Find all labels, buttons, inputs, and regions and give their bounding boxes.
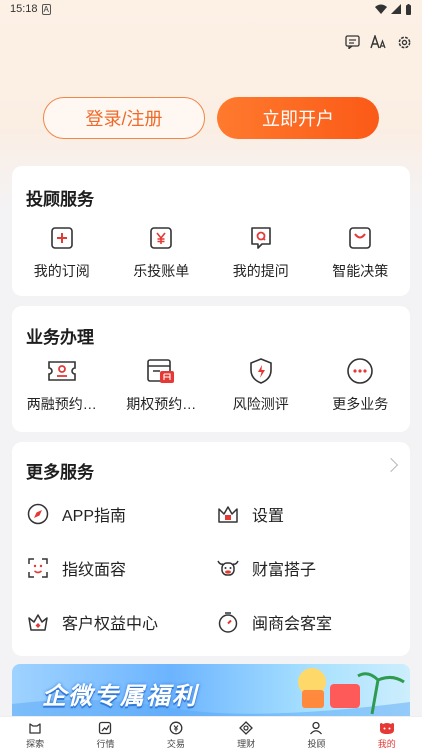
- advisory-item-decision[interactable]: 智能决策: [311, 223, 411, 281]
- auth-buttons: 登录/注册 立即开户: [43, 97, 379, 139]
- promo-banner[interactable]: 企微专属福利: [12, 664, 410, 716]
- calendar-period-icon: [146, 356, 176, 386]
- bag-icon: [345, 223, 375, 253]
- plus-box-icon: [47, 223, 77, 253]
- gear-icon[interactable]: [396, 34, 412, 50]
- business-grid: 两融预约… 期权预约… 风险测评 更多业务: [12, 356, 410, 414]
- nav-label: 理财: [237, 739, 256, 749]
- nav-item-trade[interactable]: 交易: [141, 717, 211, 750]
- compass-icon: [26, 502, 50, 526]
- more-services-title: 更多服务: [26, 463, 94, 482]
- service-label: 闽商会客室: [252, 616, 333, 633]
- font-size-icon[interactable]: [370, 34, 386, 50]
- business-item-more[interactable]: 更多业务: [311, 356, 411, 414]
- advisory-card: 投顾服务 我的订阅 乐投账单 我的提问 智能决策: [12, 166, 410, 296]
- crown-gift-icon: [26, 610, 50, 634]
- advisory-title: 投顾服务: [26, 190, 94, 209]
- services-row: 指纹面容 财富搭子: [26, 556, 406, 580]
- nav-label: 投顾: [307, 739, 326, 749]
- service-customer-rights[interactable]: 客户权益中心: [26, 610, 216, 634]
- yen-box-icon: [146, 223, 176, 253]
- more-dots-icon: [345, 356, 375, 386]
- nav-label: 探索: [26, 739, 45, 749]
- service-label: 设置: [252, 508, 285, 525]
- service-label: APP指南: [62, 508, 127, 525]
- service-label: 财富搭子: [252, 562, 317, 579]
- nav-item-mine[interactable]: 我的: [352, 717, 422, 750]
- chevron-right-icon[interactable]: [383, 457, 399, 473]
- service-label: 客户权益中心: [62, 616, 159, 633]
- nav-item-market[interactable]: 行情: [70, 717, 140, 750]
- ticket-icon: [47, 356, 77, 386]
- open-account-button[interactable]: 立即开户: [217, 97, 379, 139]
- service-reception-room[interactable]: 闽商会客室: [216, 610, 406, 634]
- status-time: 15:18: [10, 3, 38, 15]
- crown-icon: [216, 502, 240, 526]
- battery-icon: [406, 3, 411, 15]
- business-card: 业务办理 两融预约… 期权预约… 风险测评 更多业务: [12, 306, 410, 432]
- login-register-button[interactable]: 登录/注册: [43, 97, 205, 139]
- business-item-label: 两融预约…: [26, 396, 97, 412]
- signal-icon: [391, 4, 401, 14]
- wifi-icon: [375, 4, 387, 14]
- service-label: 指纹面容: [62, 562, 127, 579]
- service-settings[interactable]: 设置: [216, 502, 406, 526]
- wealth-icon: [238, 720, 254, 736]
- advisory-item-subscription[interactable]: 我的订阅: [12, 223, 112, 281]
- face-id-icon: [26, 556, 50, 580]
- service-app-guide[interactable]: APP指南: [26, 502, 216, 526]
- service-wealth-buddy[interactable]: 财富搭子: [216, 556, 406, 580]
- nav-label: 行情: [96, 739, 115, 749]
- advisory-item-bill[interactable]: 乐投账单: [112, 223, 212, 281]
- question-chat-icon: [246, 223, 276, 253]
- business-item-label: 更多业务: [332, 396, 389, 412]
- explore-icon: [27, 720, 43, 736]
- business-item-label: 风险测评: [232, 396, 289, 412]
- business-item-risk[interactable]: 风险测评: [211, 356, 311, 414]
- status-right-icons: [375, 3, 412, 15]
- nav-label: 我的: [377, 739, 396, 749]
- business-title: 业务办理: [26, 328, 94, 347]
- stopwatch-icon: [216, 610, 240, 634]
- advisory-item-label: 我的提问: [232, 263, 289, 279]
- advisor-icon: [308, 720, 324, 736]
- advisory-item-label: 乐投账单: [133, 263, 190, 279]
- nav-item-wealth[interactable]: 理财: [211, 717, 281, 750]
- business-item-margin[interactable]: 两融预约…: [12, 356, 112, 414]
- mine-icon: [379, 720, 395, 736]
- business-item-options[interactable]: 期权预约…: [112, 356, 212, 414]
- nav-item-explore[interactable]: 探索: [0, 717, 70, 750]
- status-notification-badge: A: [41, 3, 51, 15]
- services-row: APP指南 设置: [26, 502, 406, 526]
- services-row: 客户权益中心 闽商会客室: [26, 610, 406, 634]
- banner-title: 企微专属福利: [42, 683, 198, 710]
- nav-label: 交易: [166, 739, 185, 749]
- more-services-card: 更多服务 APP指南 设置 指纹面容 财富搭子 客户权益中心 闽商会客室: [12, 442, 410, 656]
- cow-icon: [216, 556, 240, 580]
- advisory-grid: 我的订阅 乐投账单 我的提问 智能决策: [12, 223, 410, 281]
- chart-icon: [97, 720, 113, 736]
- advisory-item-label: 智能决策: [332, 263, 389, 279]
- shield-lightning-icon: [246, 356, 276, 386]
- service-fingerprint-face[interactable]: 指纹面容: [26, 556, 216, 580]
- business-item-label: 期权预约…: [126, 396, 197, 412]
- status-bar: 15:18 A: [0, 0, 422, 18]
- nav-item-advisor[interactable]: 投顾: [281, 717, 351, 750]
- advisory-item-label: 我的订阅: [33, 263, 90, 279]
- message-icon[interactable]: [344, 34, 360, 50]
- header-tools: [344, 34, 412, 50]
- trade-icon: [168, 720, 184, 736]
- bottom-navigation: 探索 行情 交易 理财 投顾 我的: [0, 716, 422, 750]
- advisory-item-questions[interactable]: 我的提问: [211, 223, 311, 281]
